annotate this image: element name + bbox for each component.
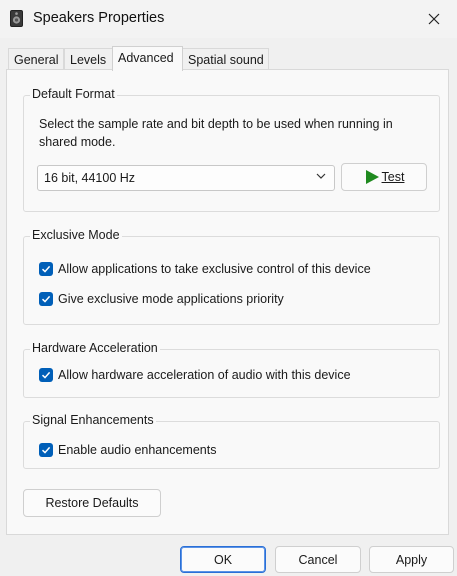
chevron-down-icon [316,173,326,179]
close-icon [428,13,440,25]
checkmark-icon [41,371,51,379]
close-button[interactable] [411,0,457,38]
exclusive-priority-label: Give exclusive mode applications priorit… [58,292,284,306]
tab-advanced[interactable]: Advanced [112,46,183,71]
hardware-acceleration-title: Hardware Acceleration [30,341,160,355]
default-format-group: Default Format Select the sample rate an… [23,87,440,212]
test-button-label: Test [381,170,405,184]
allow-exclusive-label: Allow applications to take exclusive con… [58,262,371,276]
restore-defaults-button[interactable]: Restore Defaults [23,489,161,517]
exclusive-mode-group: Exclusive Mode Allow applications to tak… [23,228,440,325]
sample-rate-value: 16 bit, 44100 Hz [44,171,136,185]
advanced-tab-panel: Default Format Select the sample rate an… [6,69,449,535]
allow-exclusive-checkbox[interactable]: Allow applications to take exclusive con… [39,262,371,276]
tab-spatial-sound[interactable]: Spatial sound [182,48,269,70]
hardware-acceleration-group: Hardware Acceleration Allow hardware acc… [23,341,440,398]
checkmark-icon [41,446,51,454]
play-icon [365,170,379,184]
default-format-title: Default Format [30,87,117,101]
exclusive-mode-title: Exclusive Mode [30,228,122,242]
checkmark-icon [41,295,51,303]
enable-enhancements-checkbox[interactable]: Enable audio enhancements [39,443,216,457]
checkbox-box [39,368,53,382]
tab-levels[interactable]: Levels [64,48,113,70]
test-button[interactable]: Test [341,163,427,191]
apply-button[interactable]: Apply [369,546,454,573]
default-format-description: Select the sample rate and bit depth to … [39,117,393,149]
checkbox-box [39,292,53,306]
allow-hw-acceleration-checkbox[interactable]: Allow hardware acceleration of audio wit… [39,368,351,382]
title-bar: Speakers Properties [0,0,457,38]
tab-general[interactable]: General [8,48,64,70]
enable-enhancements-label: Enable audio enhancements [58,443,217,457]
signal-enhancements-title: Signal Enhancements [30,413,156,427]
checkbox-box [39,262,53,276]
ok-button[interactable]: OK [180,546,266,573]
checkmark-icon [41,265,51,273]
exclusive-priority-checkbox[interactable]: Give exclusive mode applications priorit… [39,292,284,306]
allow-hw-acceleration-label: Allow hardware acceleration of audio wit… [58,368,351,382]
signal-enhancements-group: Signal Enhancements Enable audio enhance… [23,413,440,469]
sample-rate-dropdown[interactable]: 16 bit, 44100 Hz [37,165,335,191]
checkbox-box [39,443,53,457]
speaker-icon [10,10,23,27]
cancel-button[interactable]: Cancel [275,546,361,573]
window-title: Speakers Properties [33,10,165,26]
